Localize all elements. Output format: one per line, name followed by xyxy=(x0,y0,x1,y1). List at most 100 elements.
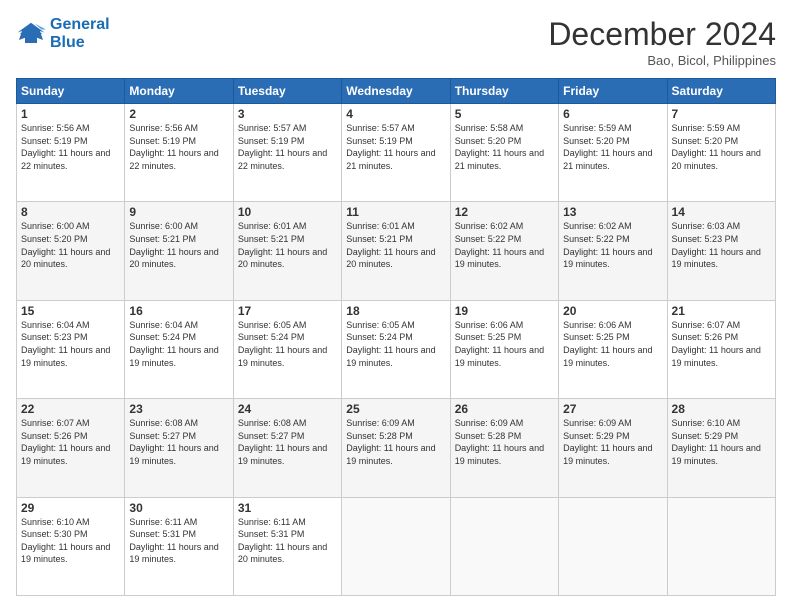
table-row xyxy=(667,497,775,595)
day-number: 15 xyxy=(21,304,120,318)
day-number: 21 xyxy=(672,304,771,318)
day-info: Sunrise: 6:11 AMSunset: 5:31 PMDaylight:… xyxy=(238,516,337,566)
day-number: 5 xyxy=(455,107,554,121)
table-row: 24Sunrise: 6:08 AMSunset: 5:27 PMDayligh… xyxy=(233,399,341,497)
table-row: 13Sunrise: 6:02 AMSunset: 5:22 PMDayligh… xyxy=(559,202,667,300)
day-info: Sunrise: 6:00 AMSunset: 5:20 PMDaylight:… xyxy=(21,220,120,270)
table-row xyxy=(450,497,558,595)
table-row: 7Sunrise: 5:59 AMSunset: 5:20 PMDaylight… xyxy=(667,104,775,202)
table-row: 9Sunrise: 6:00 AMSunset: 5:21 PMDaylight… xyxy=(125,202,233,300)
day-info: Sunrise: 6:04 AMSunset: 5:23 PMDaylight:… xyxy=(21,319,120,369)
table-row: 15Sunrise: 6:04 AMSunset: 5:23 PMDayligh… xyxy=(17,300,125,398)
table-row: 5Sunrise: 5:58 AMSunset: 5:20 PMDaylight… xyxy=(450,104,558,202)
day-info: Sunrise: 6:01 AMSunset: 5:21 PMDaylight:… xyxy=(238,220,337,270)
day-info: Sunrise: 6:01 AMSunset: 5:21 PMDaylight:… xyxy=(346,220,445,270)
table-row: 30Sunrise: 6:11 AMSunset: 5:31 PMDayligh… xyxy=(125,497,233,595)
header-sunday: Sunday xyxy=(17,79,125,104)
table-row: 31Sunrise: 6:11 AMSunset: 5:31 PMDayligh… xyxy=(233,497,341,595)
day-number: 19 xyxy=(455,304,554,318)
table-row: 18Sunrise: 6:05 AMSunset: 5:24 PMDayligh… xyxy=(342,300,450,398)
table-row: 22Sunrise: 6:07 AMSunset: 5:26 PMDayligh… xyxy=(17,399,125,497)
table-row: 16Sunrise: 6:04 AMSunset: 5:24 PMDayligh… xyxy=(125,300,233,398)
calendar-week-row: 15Sunrise: 6:04 AMSunset: 5:23 PMDayligh… xyxy=(17,300,776,398)
day-info: Sunrise: 6:08 AMSunset: 5:27 PMDaylight:… xyxy=(238,417,337,467)
day-number: 10 xyxy=(238,205,337,219)
day-number: 9 xyxy=(129,205,228,219)
day-info: Sunrise: 5:57 AMSunset: 5:19 PMDaylight:… xyxy=(238,122,337,172)
day-number: 25 xyxy=(346,402,445,416)
table-row: 28Sunrise: 6:10 AMSunset: 5:29 PMDayligh… xyxy=(667,399,775,497)
day-number: 22 xyxy=(21,402,120,416)
table-row: 12Sunrise: 6:02 AMSunset: 5:22 PMDayligh… xyxy=(450,202,558,300)
header-tuesday: Tuesday xyxy=(233,79,341,104)
table-row: 20Sunrise: 6:06 AMSunset: 5:25 PMDayligh… xyxy=(559,300,667,398)
day-number: 16 xyxy=(129,304,228,318)
calendar-week-row: 29Sunrise: 6:10 AMSunset: 5:30 PMDayligh… xyxy=(17,497,776,595)
day-info: Sunrise: 6:08 AMSunset: 5:27 PMDaylight:… xyxy=(129,417,228,467)
calendar-week-row: 22Sunrise: 6:07 AMSunset: 5:26 PMDayligh… xyxy=(17,399,776,497)
day-info: Sunrise: 6:09 AMSunset: 5:28 PMDaylight:… xyxy=(455,417,554,467)
page: GeneralBlue December 2024 Bao, Bicol, Ph… xyxy=(0,0,792,612)
day-info: Sunrise: 6:07 AMSunset: 5:26 PMDaylight:… xyxy=(672,319,771,369)
calendar-week-row: 1Sunrise: 5:56 AMSunset: 5:19 PMDaylight… xyxy=(17,104,776,202)
header-wednesday: Wednesday xyxy=(342,79,450,104)
table-row: 11Sunrise: 6:01 AMSunset: 5:21 PMDayligh… xyxy=(342,202,450,300)
day-number: 3 xyxy=(238,107,337,121)
day-info: Sunrise: 6:06 AMSunset: 5:25 PMDaylight:… xyxy=(455,319,554,369)
day-number: 27 xyxy=(563,402,662,416)
day-number: 17 xyxy=(238,304,337,318)
day-info: Sunrise: 5:58 AMSunset: 5:20 PMDaylight:… xyxy=(455,122,554,172)
day-number: 2 xyxy=(129,107,228,121)
day-info: Sunrise: 5:56 AMSunset: 5:19 PMDaylight:… xyxy=(129,122,228,172)
day-number: 20 xyxy=(563,304,662,318)
day-info: Sunrise: 6:04 AMSunset: 5:24 PMDaylight:… xyxy=(129,319,228,369)
day-number: 11 xyxy=(346,205,445,219)
day-number: 26 xyxy=(455,402,554,416)
header-saturday: Saturday xyxy=(667,79,775,104)
day-info: Sunrise: 6:03 AMSunset: 5:23 PMDaylight:… xyxy=(672,220,771,270)
day-info: Sunrise: 6:00 AMSunset: 5:21 PMDaylight:… xyxy=(129,220,228,270)
day-info: Sunrise: 6:10 AMSunset: 5:30 PMDaylight:… xyxy=(21,516,120,566)
day-info: Sunrise: 6:07 AMSunset: 5:26 PMDaylight:… xyxy=(21,417,120,467)
day-info: Sunrise: 6:09 AMSunset: 5:29 PMDaylight:… xyxy=(563,417,662,467)
table-row: 3Sunrise: 5:57 AMSunset: 5:19 PMDaylight… xyxy=(233,104,341,202)
day-number: 29 xyxy=(21,501,120,515)
day-info: Sunrise: 5:57 AMSunset: 5:19 PMDaylight:… xyxy=(346,122,445,172)
logo-icon xyxy=(16,19,46,49)
calendar-header-row: Sunday Monday Tuesday Wednesday Thursday… xyxy=(17,79,776,104)
header: GeneralBlue December 2024 Bao, Bicol, Ph… xyxy=(16,16,776,68)
day-info: Sunrise: 6:05 AMSunset: 5:24 PMDaylight:… xyxy=(238,319,337,369)
table-row xyxy=(559,497,667,595)
day-number: 6 xyxy=(563,107,662,121)
logo-text: GeneralBlue xyxy=(50,16,110,51)
table-row: 1Sunrise: 5:56 AMSunset: 5:19 PMDaylight… xyxy=(17,104,125,202)
table-row: 8Sunrise: 6:00 AMSunset: 5:20 PMDaylight… xyxy=(17,202,125,300)
day-number: 30 xyxy=(129,501,228,515)
table-row: 21Sunrise: 6:07 AMSunset: 5:26 PMDayligh… xyxy=(667,300,775,398)
day-number: 14 xyxy=(672,205,771,219)
day-number: 12 xyxy=(455,205,554,219)
table-row: 27Sunrise: 6:09 AMSunset: 5:29 PMDayligh… xyxy=(559,399,667,497)
table-row: 29Sunrise: 6:10 AMSunset: 5:30 PMDayligh… xyxy=(17,497,125,595)
header-thursday: Thursday xyxy=(450,79,558,104)
table-row: 17Sunrise: 6:05 AMSunset: 5:24 PMDayligh… xyxy=(233,300,341,398)
day-info: Sunrise: 6:02 AMSunset: 5:22 PMDaylight:… xyxy=(455,220,554,270)
table-row: 14Sunrise: 6:03 AMSunset: 5:23 PMDayligh… xyxy=(667,202,775,300)
table-row: 25Sunrise: 6:09 AMSunset: 5:28 PMDayligh… xyxy=(342,399,450,497)
day-number: 31 xyxy=(238,501,337,515)
day-info: Sunrise: 6:02 AMSunset: 5:22 PMDaylight:… xyxy=(563,220,662,270)
location-text: Bao, Bicol, Philippines xyxy=(548,53,776,68)
day-number: 4 xyxy=(346,107,445,121)
table-row: 2Sunrise: 5:56 AMSunset: 5:19 PMDaylight… xyxy=(125,104,233,202)
day-number: 18 xyxy=(346,304,445,318)
day-info: Sunrise: 6:09 AMSunset: 5:28 PMDaylight:… xyxy=(346,417,445,467)
table-row: 4Sunrise: 5:57 AMSunset: 5:19 PMDaylight… xyxy=(342,104,450,202)
day-info: Sunrise: 5:56 AMSunset: 5:19 PMDaylight:… xyxy=(21,122,120,172)
day-number: 8 xyxy=(21,205,120,219)
month-year-title: December 2024 xyxy=(548,16,776,53)
header-friday: Friday xyxy=(559,79,667,104)
header-monday: Monday xyxy=(125,79,233,104)
day-number: 13 xyxy=(563,205,662,219)
table-row: 19Sunrise: 6:06 AMSunset: 5:25 PMDayligh… xyxy=(450,300,558,398)
day-number: 24 xyxy=(238,402,337,416)
